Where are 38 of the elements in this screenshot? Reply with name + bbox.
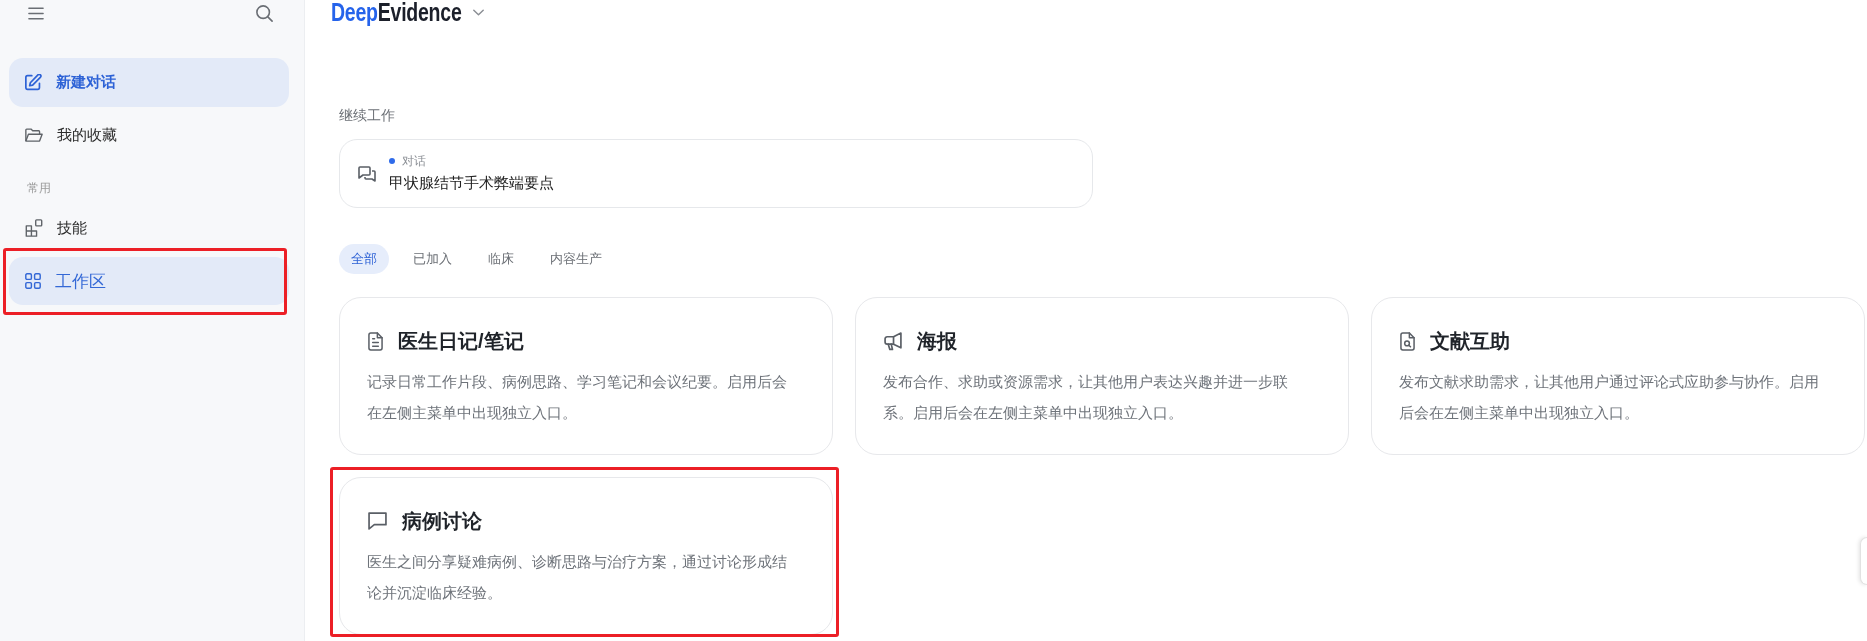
card-title: 医生日记/笔记 [398,329,524,354]
chevron-down-icon[interactable] [473,8,485,16]
filter-tab[interactable]: 临床 [476,244,526,274]
megaphone-icon [884,331,902,351]
card-description: 记录日常工作片段、病例思路、学习笔记和会议纪要。启用后会在左侧主菜单中出现独立入口。 [367,372,788,423]
chat-bubbles-icon [358,165,376,182]
section-label: 常用 [26,180,52,196]
feature-card[interactable]: 海报 发布合作、求助或资源需求，让其他用户表达兴趣并进一步联系。启用后会在左侧主菜单中出现独立入口。 [855,297,1349,455]
filter-tab[interactable]: 全部 [339,244,389,274]
card-description: 发布文献求助需求，让其他用户通过评论式应助参与协作。启用后会在左侧主菜单中出现独立入口。 [1399,372,1820,423]
feature-card[interactable]: 文献互助 发布文献求助需求，让其他用户通过评论式应助参与协作。启用后会在左侧主菜单中出现独立入口。 [1371,297,1865,455]
blocks-icon [25,219,43,237]
recent-work-card[interactable]: 对话 甲状腺结节手术弊端要点 [339,139,1093,208]
sidebar-item[interactable]: 技能 [9,206,289,250]
card-title: 病例讨论 [402,509,482,534]
pencil-square-icon [25,74,42,91]
logo-wordmark: DeepEvidence [331,0,462,24]
card-title: 海报 [917,329,957,354]
filter-tab[interactable]: 已加入 [401,244,464,274]
folder-icon [25,127,43,143]
type-label: 对话 [402,153,426,169]
sidebar-item[interactable]: 我的收藏 [9,113,289,157]
card-title: 文献互助 [1430,329,1510,354]
search-icon[interactable] [256,4,273,22]
section-title: 继续工作 [339,106,396,125]
grid-icon [25,273,41,289]
card-description: 医生之间分享疑难病例、诊断思路与治疗方案，通过讨论形成结论并沉淀临床经验。 [367,552,788,603]
menu-icon[interactable] [28,6,44,20]
chat-bubble-icon [368,512,387,530]
sidebar-item[interactable]: 工作区 [9,257,289,305]
new-chat-button[interactable]: 新建对话 [9,58,289,107]
feature-card[interactable]: 病例讨论 医生之间分享疑难病例、诊断思路与治疗方案，通过讨论形成结论并沉淀临床经验。 [339,477,833,635]
card-description: 发布合作、求助或资源需求，让其他用户表达兴趣并进一步联系。启用后会在左侧主菜单中出现独立入口。 [883,372,1289,423]
recent-work-title: 甲状腺结节手术弊端要点 [389,173,554,193]
document-icon [368,331,383,351]
file-search-icon [1400,331,1415,351]
feature-card[interactable]: 医生日记/笔记 记录日常工作片段、病例思路、学习笔记和会议纪要。启用后会在左侧主菜单中出现独立入口。 [339,297,833,455]
filter-tab[interactable]: 内容生产 [538,244,614,274]
